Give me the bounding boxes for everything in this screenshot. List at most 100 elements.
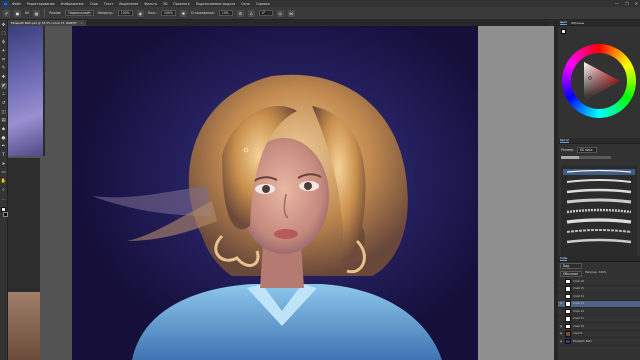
layer-thumbnail <box>565 316 571 322</box>
tab-color[interactable]: Цвет <box>560 20 568 25</box>
eye-icon[interactable]: ◉ <box>560 302 563 305</box>
menu-window[interactable]: Окно <box>241 2 249 6</box>
layers-blend-row: Обычные Непрозр.: 100% <box>558 270 640 278</box>
maximize-button[interactable]: ❐ <box>625 1 629 6</box>
layer-thumbnail <box>565 301 571 307</box>
brush-size-field[interactable]: 60 пикс. <box>577 147 597 153</box>
document-tab-title: Elizabeth Beth.psd @ 33.3% (Слой 13, RGB… <box>11 21 78 25</box>
smoothing-settings-icon[interactable]: ⚙ <box>236 9 244 17</box>
marquee-icon[interactable]: ⬚ <box>1 31 7 38</box>
hand-icon[interactable]: ✋ <box>1 178 7 185</box>
blur-icon[interactable]: ◆ <box>1 126 7 133</box>
layers-panel: Слои Вид Обычные Непрозр.: 100% Слой 16 … <box>558 256 640 360</box>
dress <box>132 284 442 360</box>
layer-row[interactable]: Слой 15 <box>558 286 640 293</box>
brush-icon[interactable]: ✐ <box>0 82 7 90</box>
menu-layers[interactable]: Слои <box>90 2 98 6</box>
menu-help[interactable]: Справка <box>256 2 270 6</box>
menu-plugins[interactable]: Подключаемые модули <box>196 2 235 6</box>
photoshop-logo: Ps <box>2 0 9 7</box>
eye-icon[interactable]: ◉ <box>560 332 563 335</box>
menu-file[interactable]: Файл <box>12 2 21 6</box>
stamp-icon[interactable]: ⊥ <box>1 92 7 99</box>
menu-edit[interactable]: Редактирование <box>27 2 55 6</box>
layers-blend-dropdown[interactable]: Обычные <box>560 271 582 277</box>
eye-icon[interactable]: ◉ <box>560 325 563 328</box>
smoothing-field[interactable]: 10% <box>218 10 233 16</box>
tool-preset-icon[interactable]: ✐ <box>3 9 10 17</box>
menu-type[interactable]: Текст <box>104 2 113 6</box>
color-triangle[interactable] <box>574 56 624 106</box>
brush-size-label: Размер: <box>561 148 575 152</box>
angle-icon: ∠ <box>247 9 255 17</box>
layer-row-active[interactable]: ◉ Слой 13 <box>558 300 640 308</box>
layer-row[interactable]: Слой 12 <box>558 308 640 316</box>
pen-icon[interactable]: ✒ <box>1 144 7 151</box>
portrait-painting <box>92 74 442 360</box>
type-icon[interactable]: T <box>1 152 7 159</box>
menu-view[interactable]: Просмотр <box>173 2 189 6</box>
foreground-color-swatch[interactable] <box>1 207 6 213</box>
layers-opacity[interactable]: Непрозр.: 100% <box>585 271 606 277</box>
brush-preset-picker[interactable]: ● <box>14 9 21 17</box>
menu-filter[interactable]: Фильтр <box>144 2 157 6</box>
brush-preset-list[interactable] <box>561 166 637 256</box>
color-wheel[interactable] <box>562 44 636 118</box>
painting-canvas[interactable] <box>72 26 478 360</box>
layer-row[interactable]: ◉ Слой 10 <box>558 323 640 331</box>
healing-icon[interactable]: ✚ <box>1 74 7 81</box>
gradient-icon[interactable]: ▤ <box>1 118 7 125</box>
shape-icon[interactable]: ▭ <box>1 170 7 177</box>
layers-kind-dropdown[interactable]: Вид <box>560 263 582 269</box>
zoom-icon[interactable]: ⌕ <box>1 187 7 194</box>
flow-field[interactable]: 100% <box>161 10 176 16</box>
color-fg-swatch[interactable] <box>561 29 566 34</box>
more-tools-icon[interactable]: … <box>1 196 7 203</box>
layer-name: Слой 10 <box>573 324 584 328</box>
tab-layers[interactable]: Слои <box>560 256 568 261</box>
brush-settings-icon[interactable]: ▦ <box>33 9 41 17</box>
mode-dropdown[interactable]: Нормальный ▾ <box>65 10 94 16</box>
eraser-icon[interactable]: ◫ <box>1 109 7 116</box>
layer-row[interactable]: Слой 14 <box>558 293 640 301</box>
eyedropper-icon[interactable]: ✎ <box>1 65 7 72</box>
lasso-icon[interactable]: ϕ <box>1 39 7 46</box>
airbrush-icon[interactable]: ✱ <box>179 9 187 17</box>
angle-field[interactable]: 0° <box>258 10 273 16</box>
close-icon[interactable]: × <box>80 21 82 25</box>
close-button[interactable]: ✕ <box>635 1 638 6</box>
pasteboard <box>478 26 554 360</box>
layer-row[interactable]: ◉ Elizabeth Beth <box>558 338 640 346</box>
quick-select-icon[interactable]: ✦ <box>1 48 7 55</box>
dodge-icon[interactable]: ● <box>1 135 7 142</box>
pressure-size-icon[interactable]: ◎ <box>276 9 284 17</box>
pressure-opacity-icon[interactable]: ◉ <box>136 9 144 17</box>
menu-image[interactable]: Изображение <box>61 2 84 6</box>
tab-brushes[interactable]: Кисти <box>560 138 569 143</box>
symmetry-icon[interactable]: ⋈ <box>287 9 295 17</box>
minimize-button[interactable]: — <box>615 1 619 6</box>
menu-select[interactable]: Выделение <box>119 2 138 6</box>
layer-row[interactable]: Слой 16 <box>558 278 640 286</box>
crop-icon[interactable]: ⌗ <box>1 57 7 64</box>
layer-thumbnail <box>565 286 571 292</box>
opacity-field[interactable]: 100% <box>117 10 133 16</box>
tab-swatches[interactable]: Образцы <box>571 21 584 25</box>
move-icon[interactable]: ✥ <box>1 22 7 29</box>
layer-name: Слой 16 <box>573 279 584 283</box>
menu-3d[interactable]: 3D <box>163 2 167 6</box>
layer-row[interactable]: Слой 11 <box>558 316 640 323</box>
reference-image-dark <box>8 158 40 292</box>
color-panel-header: Цвет Образцы <box>558 20 640 26</box>
reference-image <box>8 26 45 156</box>
path-select-icon[interactable]: ➤ <box>1 161 7 168</box>
lips <box>274 229 298 239</box>
brush-stroke-previews <box>563 169 635 244</box>
layer-row[interactable]: ◉ Слой 9 <box>558 331 640 338</box>
layer-thumbnail <box>565 338 571 344</box>
eye-icon[interactable]: ◉ <box>560 340 563 343</box>
history-brush-icon[interactable]: ↺ <box>1 100 7 107</box>
smoothing-label: Сглаживание: <box>190 11 215 15</box>
brush-size-slider[interactable] <box>561 156 611 159</box>
canvas-workspace[interactable] <box>8 26 554 360</box>
